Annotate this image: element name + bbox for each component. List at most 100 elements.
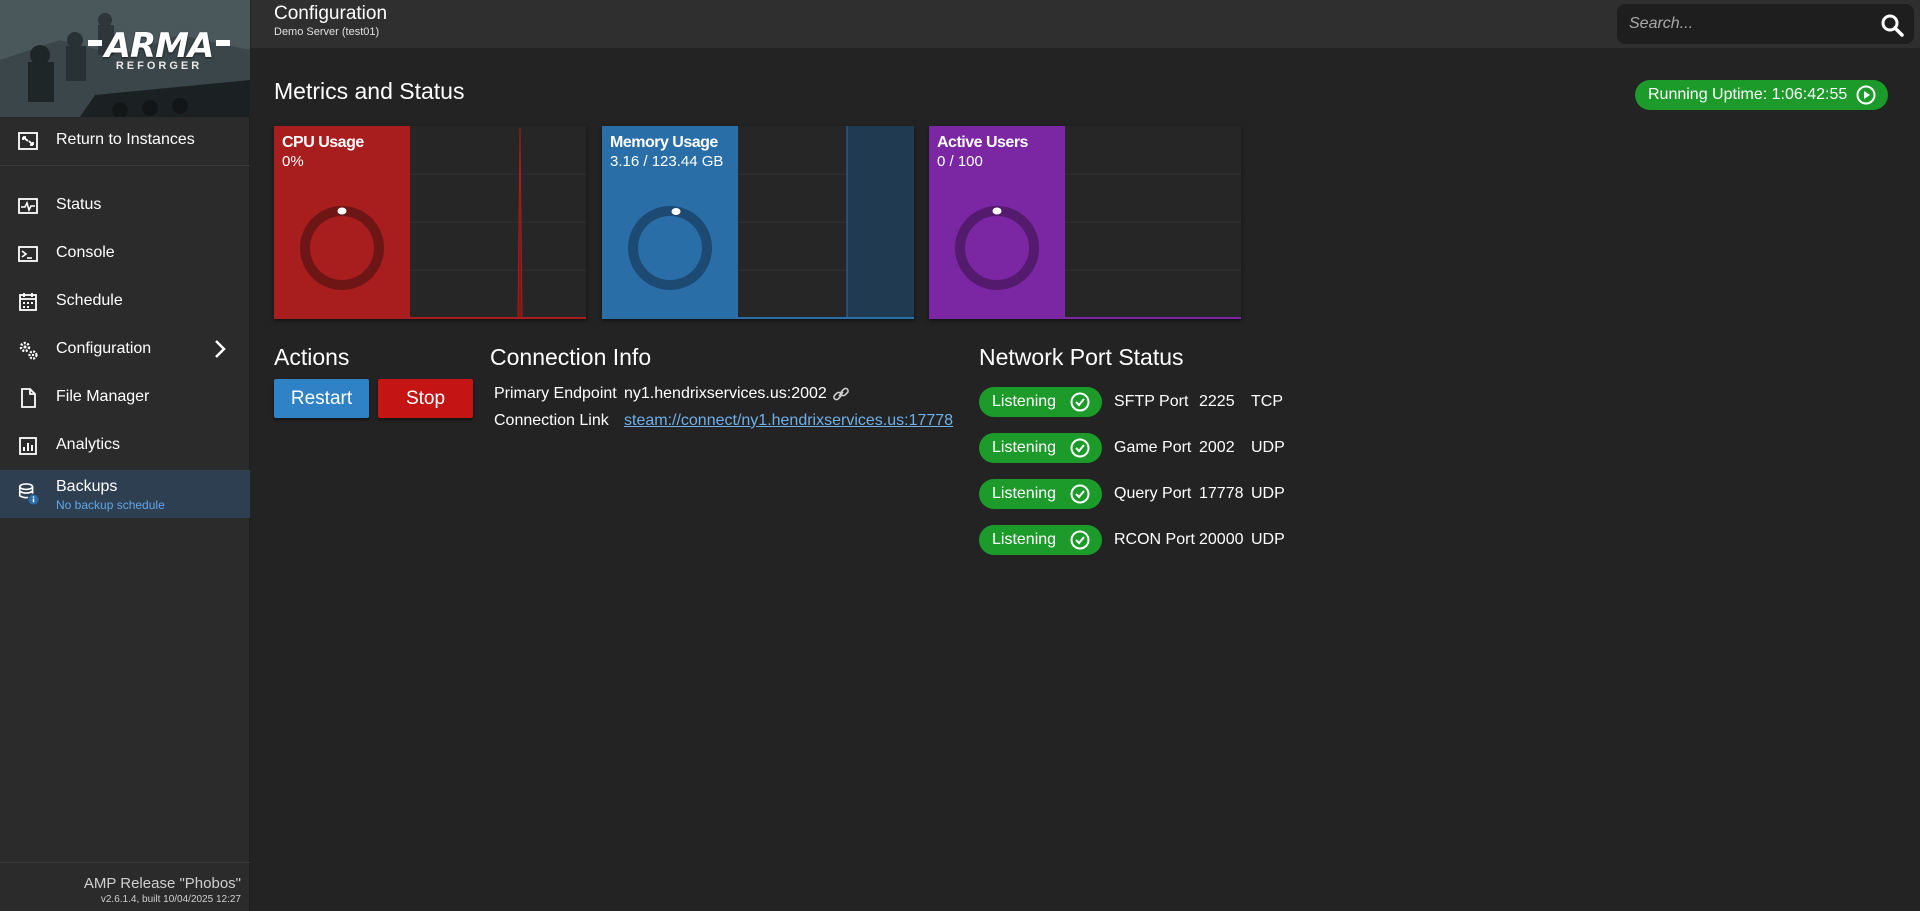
check-circle-icon [1070,530,1090,550]
sidebar-item-label: Backups [56,478,118,495]
page-title: Configuration [274,3,388,24]
connection-link-label: Connection Link [494,412,609,429]
sidebar-item-analytics[interactable]: Analytics [0,422,250,468]
memory-gauge [628,206,712,290]
port-row: Listening Game Port 2002 UDP [979,433,1319,463]
search-input[interactable] [1629,13,1869,35]
sidebar-item-label: Console [56,244,115,261]
card-title: Active Users [937,134,1028,151]
endpoint-value: ny1.hendrixservices.us:2002 [624,385,827,402]
logo-subtitle: REFORGER [115,60,203,72]
footer-divider [0,862,250,863]
port-row: Listening Query Port 17778 UDP [979,479,1319,509]
sidebar-item-file-manager[interactable]: File Manager [0,374,250,420]
sidebar-item-backups[interactable]: Backups No backup schedule [0,470,250,518]
port-status-text: Listening [992,393,1057,410]
uptime-badge[interactable]: Running Uptime: 1:06:42:55 [1635,80,1888,110]
memory-history-graph [738,126,914,319]
stop-button[interactable]: Stop [378,379,473,418]
gauge-marker [337,207,347,215]
sidebar-footer: AMP Release "Phobos" v2.6.1.4, built 10/… [84,875,241,905]
listening-badge: Listening [979,525,1102,555]
port-protocol: UDP [1251,531,1285,548]
sidebar-item-configuration[interactable]: Configuration [0,326,250,372]
port-number: 17778 [1199,485,1244,502]
cpu-usage-card: CPU Usage 0% [274,126,586,319]
card-value: 0 / 100 [937,153,983,170]
port-row: Listening RCON Port 20000 UDP [979,525,1319,555]
port-name: RCON Port [1114,531,1195,548]
sidebar-item-label: Return to Instances [56,131,195,148]
check-circle-icon [1070,484,1090,504]
play-circle-icon [1856,85,1876,105]
metrics-heading: Metrics and Status [274,78,465,104]
card-summary: CPU Usage 0% [274,126,410,319]
gauge-track [628,206,712,290]
port-protocol: TCP [1251,393,1283,410]
port-number: 2225 [1199,393,1235,410]
port-status-heading: Network Port Status [979,344,1184,370]
users-history-graph [1065,173,1241,319]
users-gauge [955,206,1039,290]
port-protocol: UDP [1251,485,1285,502]
sidebar-item-schedule[interactable]: Schedule [0,278,250,324]
sidebar-item-console[interactable]: Console [0,230,250,276]
card-title: CPU Usage [282,134,364,151]
port-number: 20000 [1199,531,1244,548]
memory-usage-card: Memory Usage 3.16 / 123.44 GB [602,126,914,319]
sidebar-item-status[interactable]: Status [0,182,250,228]
gauge-marker [671,207,681,215]
game-logo: ARMA REFORGER [88,22,230,74]
console-icon [17,243,39,265]
check-circle-icon [1070,392,1090,412]
chevron-right-icon [215,340,226,358]
sidebar-divider [0,165,250,166]
gauge-marker [992,207,1002,215]
restart-button[interactable]: Restart [274,379,369,418]
sidebar-item-label: Status [56,196,102,213]
port-protocol: UDP [1251,439,1285,456]
card-title: Memory Usage [610,134,718,151]
sidebar: ARMA REFORGER Return to Instances Status… [0,0,250,911]
search-box [1617,4,1914,44]
version-info: v2.6.1.4, built 10/04/2025 12:27 [100,894,241,905]
gauge-track [300,206,384,290]
connection-info-heading: Connection Info [490,344,652,370]
card-summary: Active Users 0 / 100 [929,126,1065,319]
listening-badge: Listening [979,479,1102,509]
port-row: Listening SFTP Port 2225 TCP [979,387,1319,417]
cpu-history-graph [410,127,586,319]
return-icon [17,130,39,152]
port-status-text: Listening [992,485,1057,502]
port-name: Query Port [1114,485,1192,502]
status-icon [17,195,39,217]
port-name: SFTP Port [1114,393,1189,410]
instance-name: Demo Server (test01) [274,26,380,38]
search-icon[interactable] [1880,13,1904,37]
sidebar-item-return-to-instances[interactable]: Return to Instances [0,117,250,163]
listening-badge: Listening [979,433,1102,463]
sidebar-item-label: File Manager [56,388,150,405]
calendar-icon [17,291,39,313]
copy-link-icon[interactable] [832,385,850,403]
active-users-card: Active Users 0 / 100 [929,126,1241,319]
sidebar-item-label: Analytics [56,436,121,453]
file-icon [17,387,39,409]
release-name: AMP Release "Phobos" [83,875,241,892]
database-icon [17,483,39,506]
port-status-text: Listening [992,531,1057,548]
gears-icon [17,339,39,361]
backup-status-text: No backup schedule [56,498,165,512]
card-value: 3.16 / 123.44 GB [610,153,724,170]
cpu-gauge [300,206,384,290]
card-summary: Memory Usage 3.16 / 123.44 GB [602,126,738,319]
port-number: 2002 [1199,439,1235,456]
check-circle-icon [1070,438,1090,458]
sidebar-item-label: Schedule [56,292,123,309]
endpoint-label: Primary Endpoint [494,385,617,402]
connection-link[interactable]: steam://connect/ny1.hendrixservices.us:1… [624,412,953,430]
port-status-text: Listening [992,439,1057,456]
game-banner: ARMA REFORGER [0,0,250,117]
card-value: 0% [282,153,304,170]
listening-badge: Listening [979,387,1102,417]
